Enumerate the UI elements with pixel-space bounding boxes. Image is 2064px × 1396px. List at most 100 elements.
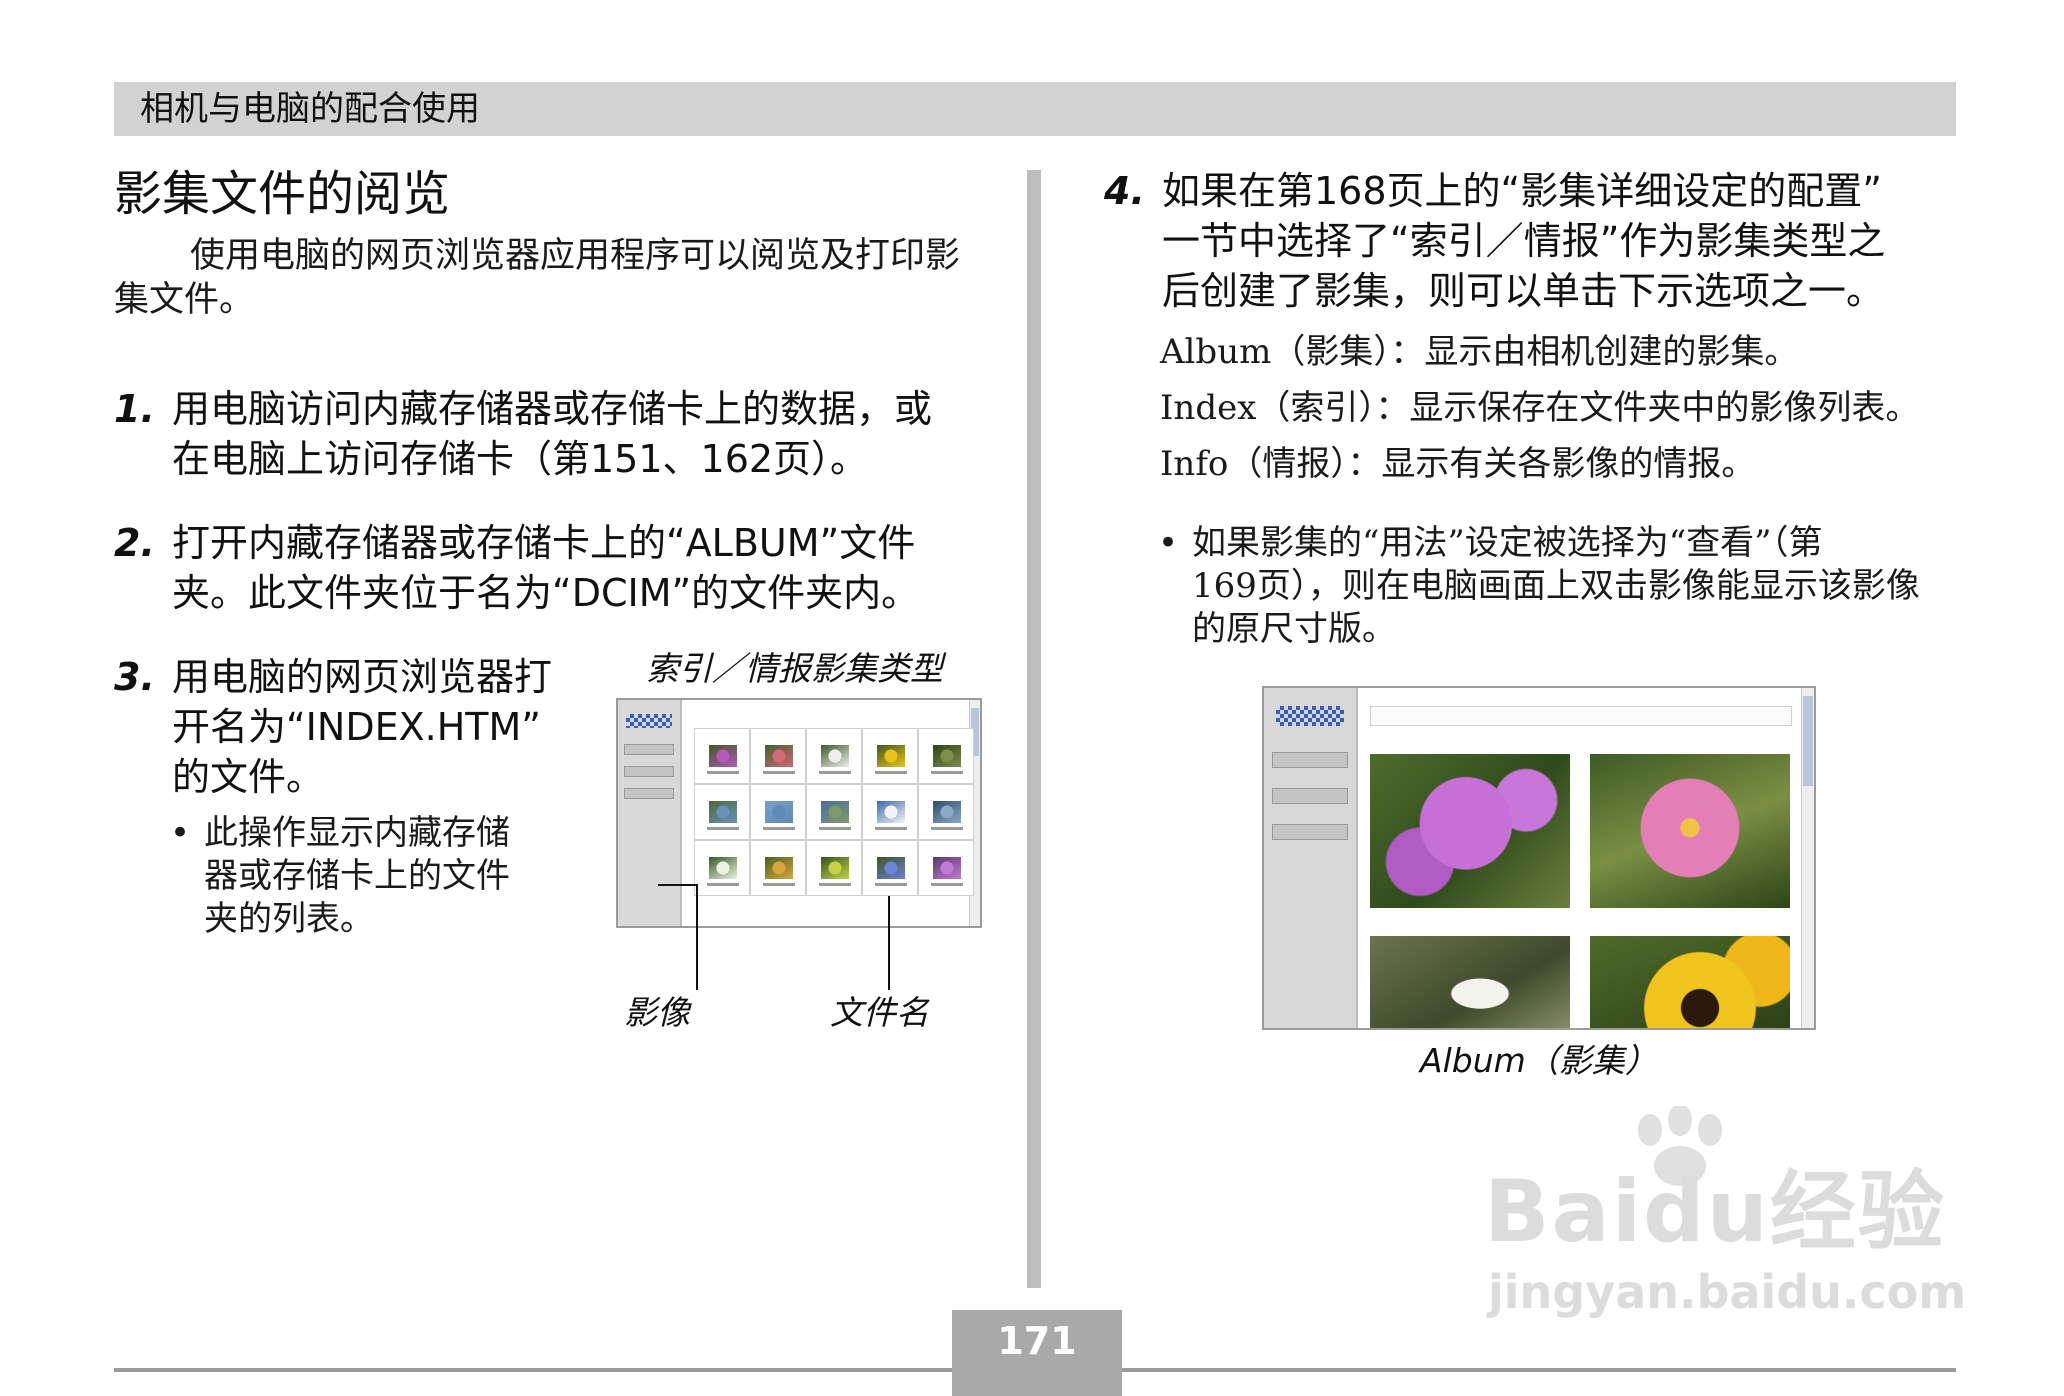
album-photo-calla[interactable] bbox=[1370, 936, 1570, 1028]
bullet-symbol: • bbox=[170, 813, 191, 853]
index-filename-mark bbox=[875, 771, 907, 774]
index-thumbnail-cell[interactable] bbox=[862, 784, 918, 840]
step-3: 3. 用电脑的网页浏览器打 开名为“INDEX.HTM” 的文件。 bbox=[114, 652, 594, 802]
column-divider bbox=[1027, 170, 1041, 1288]
index-thumbnail-cell[interactable] bbox=[862, 728, 918, 784]
index-thumbnail-cell[interactable] bbox=[750, 784, 806, 840]
index-thumbnail-image[interactable] bbox=[821, 745, 849, 767]
info-nav-button[interactable] bbox=[624, 788, 674, 799]
index-thumbnail-image[interactable] bbox=[709, 745, 737, 767]
step-text-line: 用电脑访问内藏存储器或存储卡上的数据，或 bbox=[172, 387, 933, 431]
index-filename-mark bbox=[707, 771, 739, 774]
step-1: 1. 用电脑访问内藏存储器或存储卡上的数据，或 在电脑上访问存储卡（第151、1… bbox=[114, 384, 994, 484]
index-thumbnail-image[interactable] bbox=[765, 801, 793, 823]
index-thumbnail-cell[interactable] bbox=[694, 840, 750, 896]
index-thumbnail-image[interactable] bbox=[821, 857, 849, 879]
album-photo-verbena[interactable] bbox=[1370, 754, 1570, 908]
option-index: Index（索引）：显示保存在文件夹中的影像列表。 bbox=[1160, 388, 1920, 428]
step-text-line: 用电脑的网页浏览器打 bbox=[172, 655, 553, 699]
step-2: 2. 打开内藏存储器或存储卡上的“ALBUM”文件 夹。此文件夹位于名为“DCI… bbox=[114, 518, 994, 618]
step-4-bullet: • 如果影集的“用法”设定被选择为“查看”（第 169页），则在电脑画面上双击影… bbox=[1158, 522, 1978, 657]
bullet-symbol: • bbox=[1158, 523, 1179, 563]
index-thumbnail-image[interactable] bbox=[765, 857, 793, 879]
index-filename-mark bbox=[819, 827, 851, 830]
album-photo-aster[interactable] bbox=[1590, 754, 1790, 908]
bullet-line: 此操作显示内藏存储 bbox=[204, 813, 510, 853]
bullet-line: 如果影集的“用法”设定被选择为“查看”（第 bbox=[1192, 523, 1823, 563]
watermark-brand: Baidu经验 bbox=[1484, 1162, 1946, 1262]
index-thumbnail-cell[interactable] bbox=[918, 840, 974, 896]
album-nav-button[interactable] bbox=[1272, 752, 1348, 768]
step-text-line: 后创建了影集，则可以单击下示选项之一。 bbox=[1162, 269, 1885, 313]
step-text-line: 夹。此文件夹位于名为“DCIM”的文件夹内。 bbox=[172, 571, 920, 615]
index-thumbnail-cell[interactable] bbox=[694, 728, 750, 784]
index-thumbnail-cell[interactable] bbox=[750, 840, 806, 896]
index-thumbnail-image[interactable] bbox=[933, 745, 961, 767]
index-thumbnail-cell[interactable] bbox=[806, 728, 862, 784]
step-number: 1. bbox=[114, 387, 155, 431]
step-3-bullet: • 此操作显示内藏存储 器或存储卡上的文件 夹的列表。 bbox=[170, 812, 590, 947]
step-number: 4. bbox=[1104, 169, 1145, 213]
album-screenshot bbox=[1262, 686, 1816, 1030]
step-text-line: 在电脑上访问存储卡（第151、162页）。 bbox=[172, 437, 869, 481]
album-photo-rudbeckia[interactable] bbox=[1590, 936, 1790, 1028]
index-filename-mark bbox=[763, 827, 795, 830]
step-text-line: 一节中选择了“索引／情报”作为影集类型之 bbox=[1162, 219, 1886, 263]
image-leader-line bbox=[696, 884, 698, 990]
album-logo-icon bbox=[626, 714, 672, 728]
index-filename-mark bbox=[931, 883, 963, 886]
filename-label: 文件名 bbox=[830, 993, 929, 1032]
option-album: Album（影集）：显示由相机创建的影集。 bbox=[1160, 332, 1799, 372]
index-filename-mark bbox=[763, 771, 795, 774]
index-nav-button[interactable] bbox=[624, 766, 674, 777]
bullet-line: 169页），则在电脑画面上双击影像能显示该影像 bbox=[1192, 566, 1920, 606]
step-text-line: 的文件。 bbox=[172, 755, 325, 799]
index-thumbnail-cell[interactable] bbox=[806, 784, 862, 840]
index-sidebar bbox=[618, 700, 682, 926]
index-filename-mark bbox=[931, 827, 963, 830]
index-thumbnail-cell[interactable] bbox=[918, 784, 974, 840]
album-figure-caption: Album（影集） bbox=[1420, 1041, 1658, 1080]
bullet-line: 器或存储卡上的文件 bbox=[204, 856, 510, 896]
index-thumbnail-image[interactable] bbox=[877, 801, 905, 823]
album-logo-icon bbox=[1276, 706, 1344, 726]
index-thumbnail-image[interactable] bbox=[877, 857, 905, 879]
option-info: Info（情报）：显示有关各影像的情报。 bbox=[1160, 444, 1756, 484]
index-filename-mark bbox=[763, 883, 795, 886]
album-title-bar bbox=[1370, 706, 1792, 726]
index-thumbnail-image[interactable] bbox=[933, 857, 961, 879]
watermark-url: jingyan.baidu.com bbox=[1488, 1265, 1967, 1319]
index-thumbnail-image[interactable] bbox=[709, 801, 737, 823]
index-filename-mark bbox=[707, 883, 739, 886]
bullet-line: 夹的列表。 bbox=[204, 899, 374, 939]
index-thumbnail-cell[interactable] bbox=[918, 728, 974, 784]
index-thumbnail-image[interactable] bbox=[709, 857, 737, 879]
index-filename-mark bbox=[875, 827, 907, 830]
image-leader-line bbox=[658, 884, 698, 886]
info-nav-button[interactable] bbox=[1272, 824, 1348, 840]
index-figure-title: 索引／情报影集类型 bbox=[646, 649, 943, 688]
index-thumbnail-image[interactable] bbox=[933, 801, 961, 823]
index-thumbnail-cell[interactable] bbox=[862, 840, 918, 896]
album-scrollbar[interactable] bbox=[1801, 688, 1814, 1028]
page-title: 影集文件的阅览 bbox=[114, 166, 451, 222]
index-thumbnail-image[interactable] bbox=[877, 745, 905, 767]
index-thumbnail-cell[interactable] bbox=[806, 840, 862, 896]
step-number: 3. bbox=[114, 655, 155, 699]
album-sidebar bbox=[1264, 688, 1358, 1028]
index-thumbnail-cell[interactable] bbox=[750, 728, 806, 784]
intro-paragraph: 使用电脑的网页浏览器应用程序可以阅览及打印影集文件。 bbox=[114, 236, 961, 320]
step-number: 2. bbox=[114, 521, 155, 565]
index-filename-mark bbox=[819, 771, 851, 774]
index-nav-button[interactable] bbox=[1272, 788, 1348, 804]
index-filename-mark bbox=[819, 883, 851, 886]
index-thumbnail-image[interactable] bbox=[821, 801, 849, 823]
album-nav-button[interactable] bbox=[624, 744, 674, 755]
index-filename-mark bbox=[707, 827, 739, 830]
image-label: 影像 bbox=[624, 993, 690, 1032]
step-text-line: 开名为“INDEX.HTM” bbox=[172, 705, 541, 749]
index-thumbnail-image[interactable] bbox=[765, 745, 793, 767]
step-text-line: 如果在第168页上的“影集详细设定的配置” bbox=[1162, 169, 1882, 213]
index-thumbnail-cell[interactable] bbox=[694, 784, 750, 840]
section-header-title: 相机与电脑的配合使用 bbox=[140, 89, 480, 129]
